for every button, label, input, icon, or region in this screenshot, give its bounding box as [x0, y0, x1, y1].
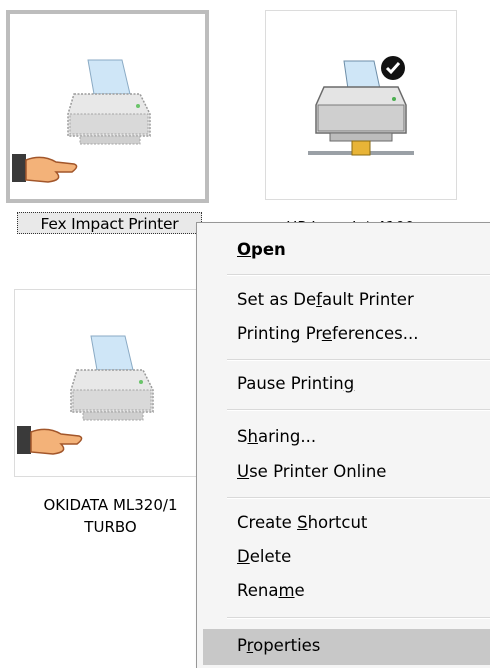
menu-separator: [227, 497, 490, 499]
menu-item-printing-preferences[interactable]: Printing Preferences...: [237, 322, 419, 346]
default-check-icon: [381, 56, 405, 80]
menu-item-sharing[interactable]: Sharing...: [237, 425, 316, 449]
printer-icon: [70, 335, 154, 421]
menu-item-pause-printing[interactable]: Pause Printing: [237, 372, 354, 396]
context-menu: Open Set as Default Printer Printing Pre…: [196, 222, 490, 668]
shared-hand-icon: [12, 154, 78, 183]
shared-hand-icon: [17, 426, 83, 455]
printer-icon: [67, 59, 151, 145]
menu-separator: [227, 274, 490, 276]
menu-separator: [227, 409, 490, 411]
menu-item-properties[interactable]: Properties: [237, 634, 320, 658]
menu-item-create-shortcut[interactable]: Create Shortcut: [237, 511, 367, 535]
menu-item-delete[interactable]: Delete: [237, 545, 291, 569]
menu-item-set-default-printer[interactable]: Set as Default Printer: [237, 288, 414, 312]
printer-label-okidata[interactable]: OKIDATA ML320/1 TURBO: [8, 494, 213, 538]
printer-label-fex[interactable]: Fex Impact Printer: [17, 212, 202, 234]
printer-tile-fex-impact[interactable]: [6, 10, 209, 203]
printer-tile-hp-laserjet[interactable]: [265, 10, 457, 200]
printer-label-okidata-line2: TURBO: [84, 518, 137, 536]
network-printer-icon: [308, 60, 414, 156]
printer-label-okidata-line1: OKIDATA ML320/1: [43, 496, 178, 514]
menu-separator: [227, 359, 490, 361]
menu-separator: [227, 617, 490, 619]
menu-item-rename[interactable]: Rename: [237, 579, 305, 603]
menu-item-use-printer-online[interactable]: Use Printer Online: [237, 460, 386, 484]
menu-item-open[interactable]: Open: [237, 238, 286, 262]
printer-tile-okidata[interactable]: [14, 289, 206, 477]
